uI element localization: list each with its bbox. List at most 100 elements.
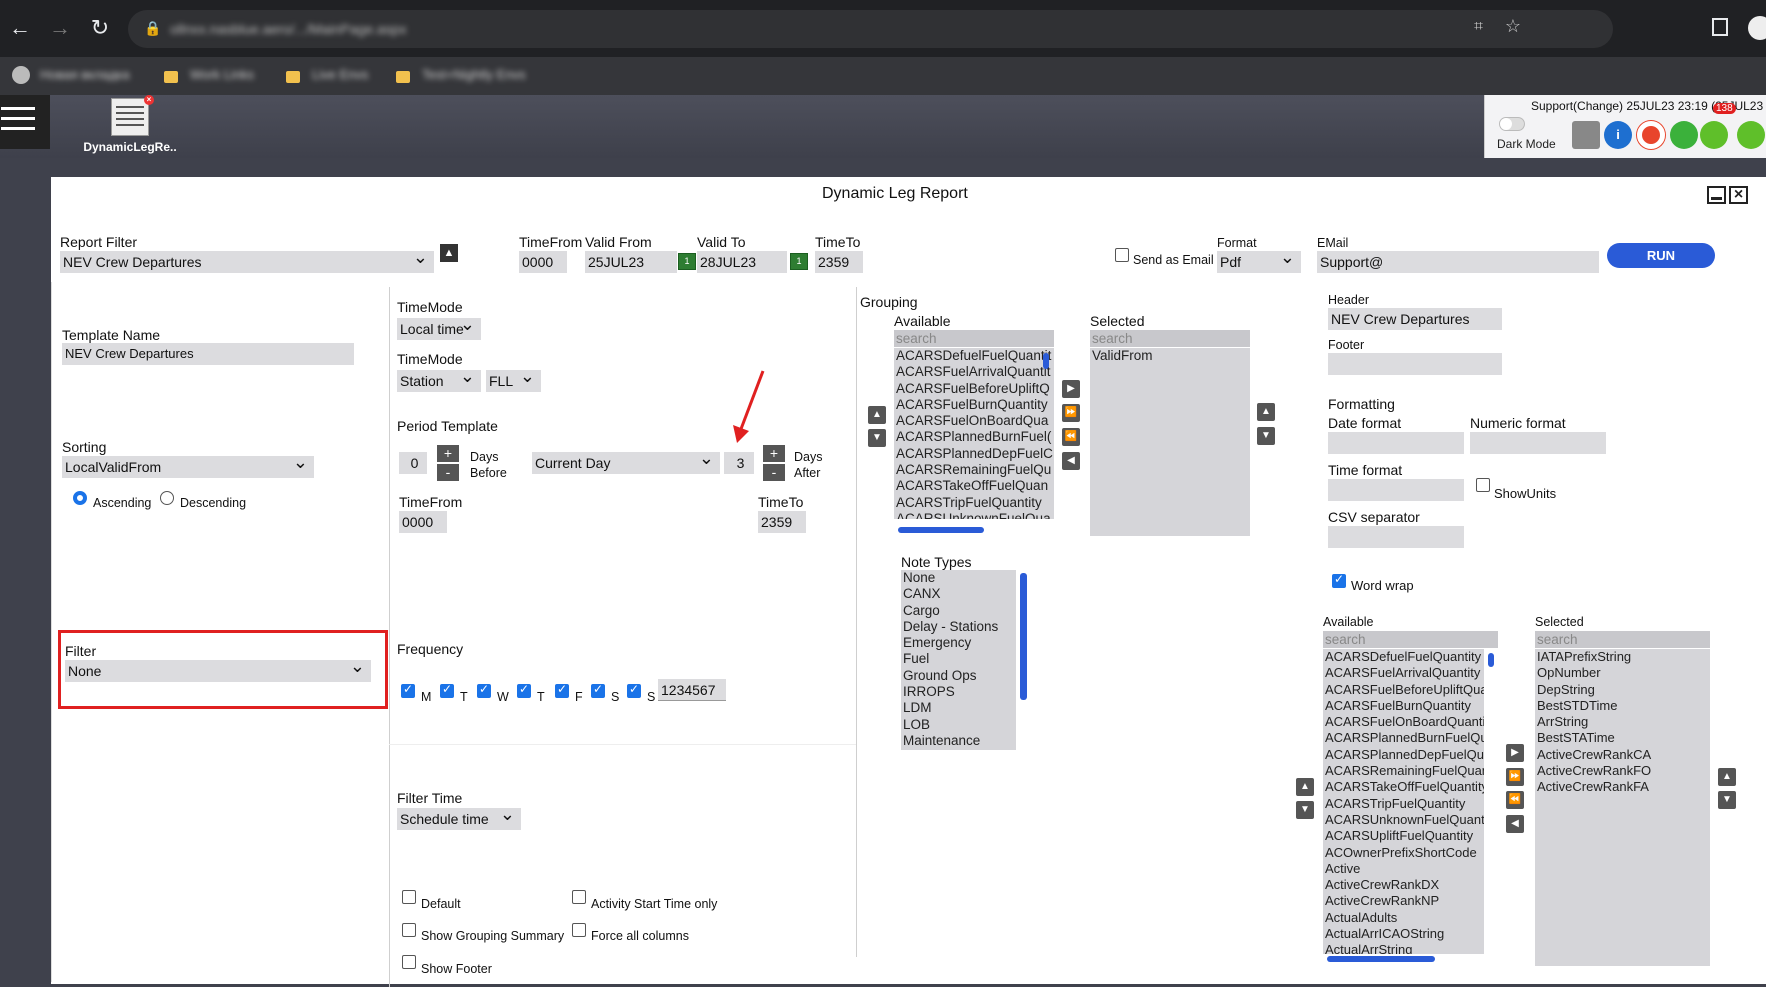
freq-fri-checkbox[interactable] (555, 682, 569, 698)
scrollbar-thumb[interactable] (1020, 573, 1027, 700)
calendar-icon[interactable]: 1 (790, 253, 808, 270)
columns-remove-all-icon[interactable]: ⏪ (1506, 791, 1524, 809)
columns-selected-down-icon[interactable]: ▼ (1718, 791, 1736, 809)
list-item[interactable]: ACARSFuelBurnQuantity (896, 397, 1054, 413)
list-item[interactable]: ACARSPlannedBurnFuelQua (1325, 730, 1484, 746)
list-item[interactable]: ActualAdults (1325, 910, 1484, 926)
days-after-input[interactable]: 3 (724, 452, 754, 474)
list-item[interactable]: ActiveCrewRankDX (1325, 877, 1484, 893)
translate-icon[interactable]: ⌗ (1474, 18, 1483, 36)
send-email-checkbox[interactable] (1115, 248, 1129, 262)
columns-selected-up-icon[interactable]: ▲ (1718, 768, 1736, 786)
sidepanel-icon[interactable] (1712, 18, 1728, 36)
list-item[interactable]: ACARSFuelArrivalQuantit (896, 364, 1054, 380)
close-tab-icon[interactable]: × (144, 95, 154, 105)
list-item[interactable]: ACARSUnknownFuelQuantit (1325, 812, 1484, 828)
freq-sun-checkbox[interactable] (627, 682, 641, 698)
list-item[interactable]: LDM (903, 700, 1016, 716)
bookmark-work-links[interactable]: Work Links (190, 64, 254, 86)
list-item[interactable]: ACARSTripFuelQuantity (896, 495, 1054, 511)
add-one-icon[interactable]: ▶ (1062, 380, 1080, 398)
approve-icon-2[interactable] (1737, 121, 1765, 149)
dark-mode-toggle[interactable] (1499, 117, 1525, 131)
station-select[interactable]: FLL (486, 370, 541, 392)
list-item[interactable]: Ground Ops (903, 668, 1016, 684)
filter-select[interactable]: None (65, 660, 371, 682)
calendar-icon[interactable]: 1 (678, 253, 696, 270)
force-columns-checkbox[interactable] (572, 923, 586, 937)
grouping-selected-search[interactable]: search (1090, 330, 1250, 347)
list-item[interactable]: BestSTDTime (1537, 698, 1710, 714)
list-item[interactable]: ACARSTakeOffFuelQuan (896, 478, 1054, 494)
list-item[interactable]: ArrString (1537, 714, 1710, 730)
freq-thu-checkbox[interactable] (517, 682, 531, 698)
list-item[interactable]: ACARSPlannedBurnFuel( (896, 429, 1054, 445)
valid-from-input[interactable]: 25JUL23 (585, 251, 677, 273)
remove-one-icon[interactable]: ◀ (1062, 452, 1080, 470)
days-before-plus[interactable]: + (437, 445, 459, 462)
numeric-format-input[interactable] (1470, 432, 1606, 454)
ascending-radio[interactable] (73, 491, 87, 505)
show-units-checkbox[interactable] (1476, 478, 1490, 492)
list-item[interactable]: Delay - Stations (903, 619, 1016, 635)
sorting-select[interactable]: LocalValidFrom (62, 456, 314, 478)
list-item[interactable]: IRROPS (903, 684, 1016, 700)
selected-up-icon[interactable]: ▲ (1257, 403, 1275, 421)
list-item[interactable]: OpNumber (1537, 665, 1710, 681)
lifebuoy-icon[interactable] (1637, 121, 1665, 149)
grouping-available-search[interactable]: search (894, 330, 1054, 347)
reload-icon[interactable]: ↻ (86, 14, 114, 42)
columns-add-all-icon[interactable]: ⏩ (1506, 768, 1524, 786)
time-format-input[interactable] (1328, 479, 1464, 501)
bookmark-new-tab[interactable]: Новая вкладка (40, 64, 130, 86)
list-item[interactable]: ACARSFuelOnBoardQuantit (1325, 714, 1484, 730)
default-checkbox[interactable] (402, 890, 416, 904)
period-select[interactable]: Current Day (532, 452, 720, 474)
list-item[interactable]: Fuel (903, 651, 1016, 667)
days-after-plus[interactable]: + (763, 445, 785, 462)
activity-start-checkbox[interactable] (572, 890, 586, 904)
list-item[interactable]: ACARSPlannedDepFuelQua (1325, 747, 1484, 763)
columns-add-one-icon[interactable]: ▶ (1506, 744, 1524, 762)
list-item[interactable]: ACARSFuelOnBoardQua (896, 413, 1054, 429)
approve-icon[interactable] (1700, 121, 1728, 149)
header-input[interactable]: NEV Crew Departures (1328, 308, 1502, 330)
days-after-minus[interactable]: - (763, 464, 785, 481)
list-item[interactable]: CANX (903, 586, 1016, 602)
list-item[interactable]: ACARSFuelBeforeUpliftQuar (1325, 682, 1484, 698)
timeto-input[interactable]: 2359 (815, 251, 863, 273)
list-item[interactable]: ActiveCrewRankFO (1537, 763, 1710, 779)
open-document-tab[interactable]: × DynamicLegRe.. (80, 95, 180, 160)
list-item[interactable]: IATAPrefixString (1537, 649, 1710, 665)
bookmark-live-envs[interactable]: Live Envs (312, 64, 368, 86)
filter-time-select[interactable]: Schedule time (397, 808, 521, 830)
list-item[interactable]: ActiveCrewRankFA (1537, 779, 1710, 795)
period-timefrom-input[interactable]: 0000 (399, 511, 447, 533)
list-item[interactable]: DepString (1537, 682, 1710, 698)
star-icon[interactable]: ☆ (1505, 16, 1521, 37)
list-item[interactable]: ValidFrom (1092, 348, 1250, 364)
hamburger-menu-icon[interactable] (0, 95, 50, 149)
move-down-icon[interactable]: ▼ (868, 429, 886, 447)
timemode2-select[interactable]: Station (397, 370, 481, 392)
freq-mon-checkbox[interactable] (401, 682, 415, 698)
scrollbar-thumb[interactable] (898, 527, 984, 533)
template-name-input[interactable]: NEV Crew Departures (62, 343, 354, 365)
profile-avatar[interactable] (1748, 16, 1766, 40)
forward-arrow-icon[interactable]: → (46, 14, 74, 42)
scrollbar-thumb[interactable] (1488, 653, 1494, 667)
word-wrap-checkbox[interactable] (1332, 572, 1346, 588)
frequency-input[interactable]: 1234567 (658, 679, 726, 701)
format-select[interactable]: Pdf (1217, 251, 1301, 273)
email-input[interactable]: Support@ (1317, 251, 1599, 273)
list-item[interactable]: ActualArrICAOString (1325, 926, 1484, 942)
valid-to-input[interactable]: 28JUL23 (697, 251, 787, 273)
address-bar[interactable]: 🔒 ollnxx.nasblue.aero/.../MainPage.aspx … (128, 10, 1613, 48)
scrollbar-thumb[interactable] (1043, 353, 1049, 369)
run-button[interactable]: RUN (1607, 243, 1715, 268)
freq-wed-checkbox[interactable] (477, 682, 491, 698)
windows-icon[interactable] (1572, 121, 1600, 149)
list-item[interactable]: Active (1325, 861, 1484, 877)
list-item[interactable]: ActiveCrewRankCA (1537, 747, 1710, 763)
list-item[interactable]: ACARSRemainingFuelQuan (1325, 763, 1484, 779)
